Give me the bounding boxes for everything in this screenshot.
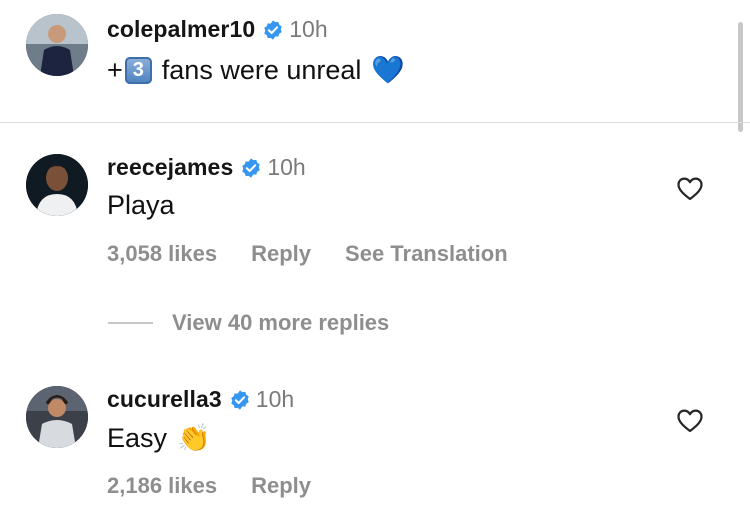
avatar-reecejames[interactable] <box>26 154 88 216</box>
comment-text: Playa <box>107 190 175 220</box>
divider <box>0 122 750 123</box>
keycap-3-icon: 3 <box>124 56 152 84</box>
like-heart-icon[interactable] <box>677 177 703 201</box>
comment-text-row: Easy 👏 <box>107 422 211 454</box>
comment-username[interactable]: cucurella3 <box>107 386 222 413</box>
view-more-replies-button[interactable]: View 40 more replies <box>108 310 389 336</box>
comment-time: 10h <box>267 154 306 180</box>
post-username[interactable]: colepalmer10 <box>107 16 255 43</box>
verified-badge-icon <box>262 19 284 41</box>
comment-username[interactable]: reecejames <box>107 154 233 181</box>
view-more-label: View 40 more replies <box>172 310 390 335</box>
comment-text: Easy <box>107 422 168 453</box>
post-time: 10h <box>289 16 328 42</box>
caption-plus: + <box>107 54 123 85</box>
post-user-line: colepalmer10 10h <box>107 16 328 43</box>
comment-user-line: cucurella3 10h <box>107 386 294 413</box>
reply-button[interactable]: Reply <box>251 473 311 499</box>
verified-badge-icon <box>229 389 251 411</box>
scrollbar[interactable] <box>738 22 743 132</box>
avatar-cucurella3[interactable] <box>26 386 88 448</box>
comment-user-line: reecejames 10h <box>107 154 306 181</box>
avatar-colepalmer10[interactable] <box>26 14 88 76</box>
verified-badge-icon <box>240 157 262 179</box>
like-heart-icon[interactable] <box>677 409 703 433</box>
clapping-hands-icon: 👏 <box>177 423 211 453</box>
caption-text: fans were unreal <box>161 54 362 85</box>
blue-heart-icon: 💙 <box>371 55 406 85</box>
post-caption: + 3 fans were unreal 💙 <box>107 54 405 86</box>
reply-button[interactable]: Reply <box>251 241 311 267</box>
comment-time: 10h <box>255 386 295 412</box>
see-translation-button[interactable]: See Translation <box>345 241 508 267</box>
likes-count[interactable]: 3,058 likes <box>107 241 217 267</box>
comment-actions: 3,058 likes Reply See Translation <box>107 241 508 267</box>
view-more-line <box>108 322 153 324</box>
comment-actions: 2,186 likes Reply <box>107 473 311 499</box>
likes-count[interactable]: 2,186 likes <box>107 473 217 499</box>
